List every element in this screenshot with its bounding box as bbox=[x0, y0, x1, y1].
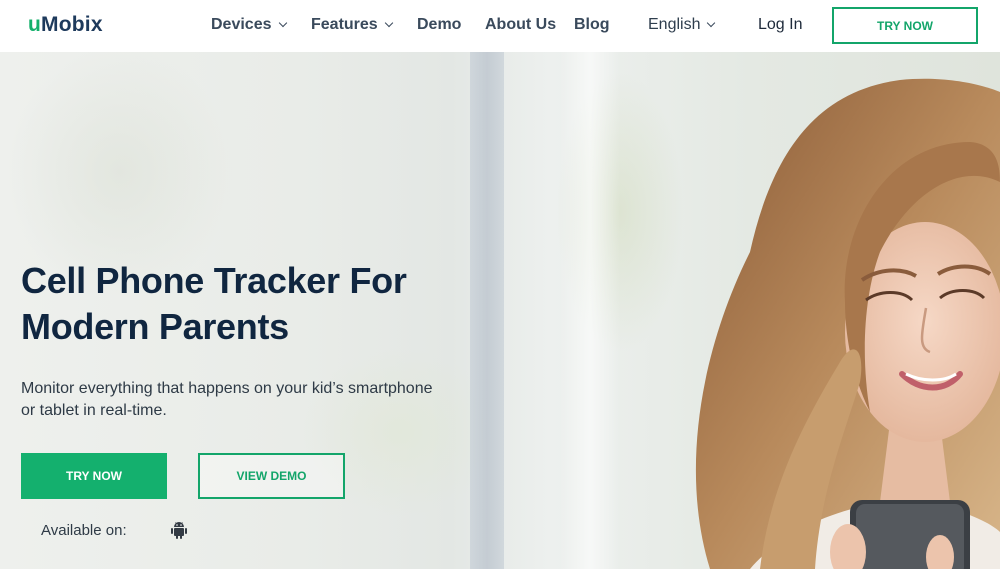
nav-devices-dropdown[interactable]: Devices bbox=[211, 16, 287, 34]
umobix-logo[interactable]: uMobix bbox=[28, 13, 103, 37]
language-label: English bbox=[648, 16, 701, 33]
nav-about-link[interactable]: About Us bbox=[485, 16, 556, 34]
nav-devices-label: Devices bbox=[211, 16, 272, 33]
view-demo-button[interactable]: VIEW DEMO bbox=[198, 453, 345, 499]
hero-try-now-button[interactable]: TRY NOW bbox=[21, 453, 167, 499]
hero-title: Cell Phone Tracker For Modern Parents bbox=[21, 258, 481, 350]
background-window-light bbox=[560, 52, 620, 569]
hero-woman-photo bbox=[695, 78, 1000, 569]
chevron-down-icon bbox=[384, 18, 393, 28]
nav-blog-label: Blog bbox=[574, 16, 610, 33]
chevron-down-icon bbox=[707, 18, 716, 28]
nav-features-label: Features bbox=[311, 16, 378, 33]
hero-section: Cell Phone Tracker For Modern Parents Mo… bbox=[0, 52, 1000, 569]
nav-features-dropdown[interactable]: Features bbox=[311, 16, 393, 34]
hero-subtitle-line1: Monitor everything that happens on your … bbox=[21, 380, 433, 397]
hero-title-line2: Modern Parents bbox=[21, 306, 289, 347]
hero-subtitle-line2: or tablet in real-time. bbox=[21, 402, 167, 419]
android-icon[interactable] bbox=[170, 520, 188, 540]
logo-u: u bbox=[28, 13, 42, 36]
language-selector[interactable]: English bbox=[648, 16, 716, 34]
nav-demo-label: Demo bbox=[417, 16, 462, 33]
nav-demo-link[interactable]: Demo bbox=[417, 16, 461, 34]
nav-try-now-button[interactable]: TRY NOW bbox=[832, 7, 978, 44]
nav-blog-link[interactable]: Blog bbox=[574, 16, 610, 34]
top-navbar: uMobix Devices Features Demo About Us Bl… bbox=[0, 0, 1000, 52]
hero-title-line1: Cell Phone Tracker For bbox=[21, 260, 407, 301]
nav-about-label: About Us bbox=[485, 16, 557, 33]
chevron-down-icon bbox=[278, 18, 287, 28]
available-on-label: Available on: bbox=[41, 522, 127, 539]
hero-subtitle: Monitor everything that happens on your … bbox=[21, 378, 471, 422]
login-link[interactable]: Log In bbox=[758, 16, 802, 34]
logo-text: Mobix bbox=[41, 13, 103, 36]
